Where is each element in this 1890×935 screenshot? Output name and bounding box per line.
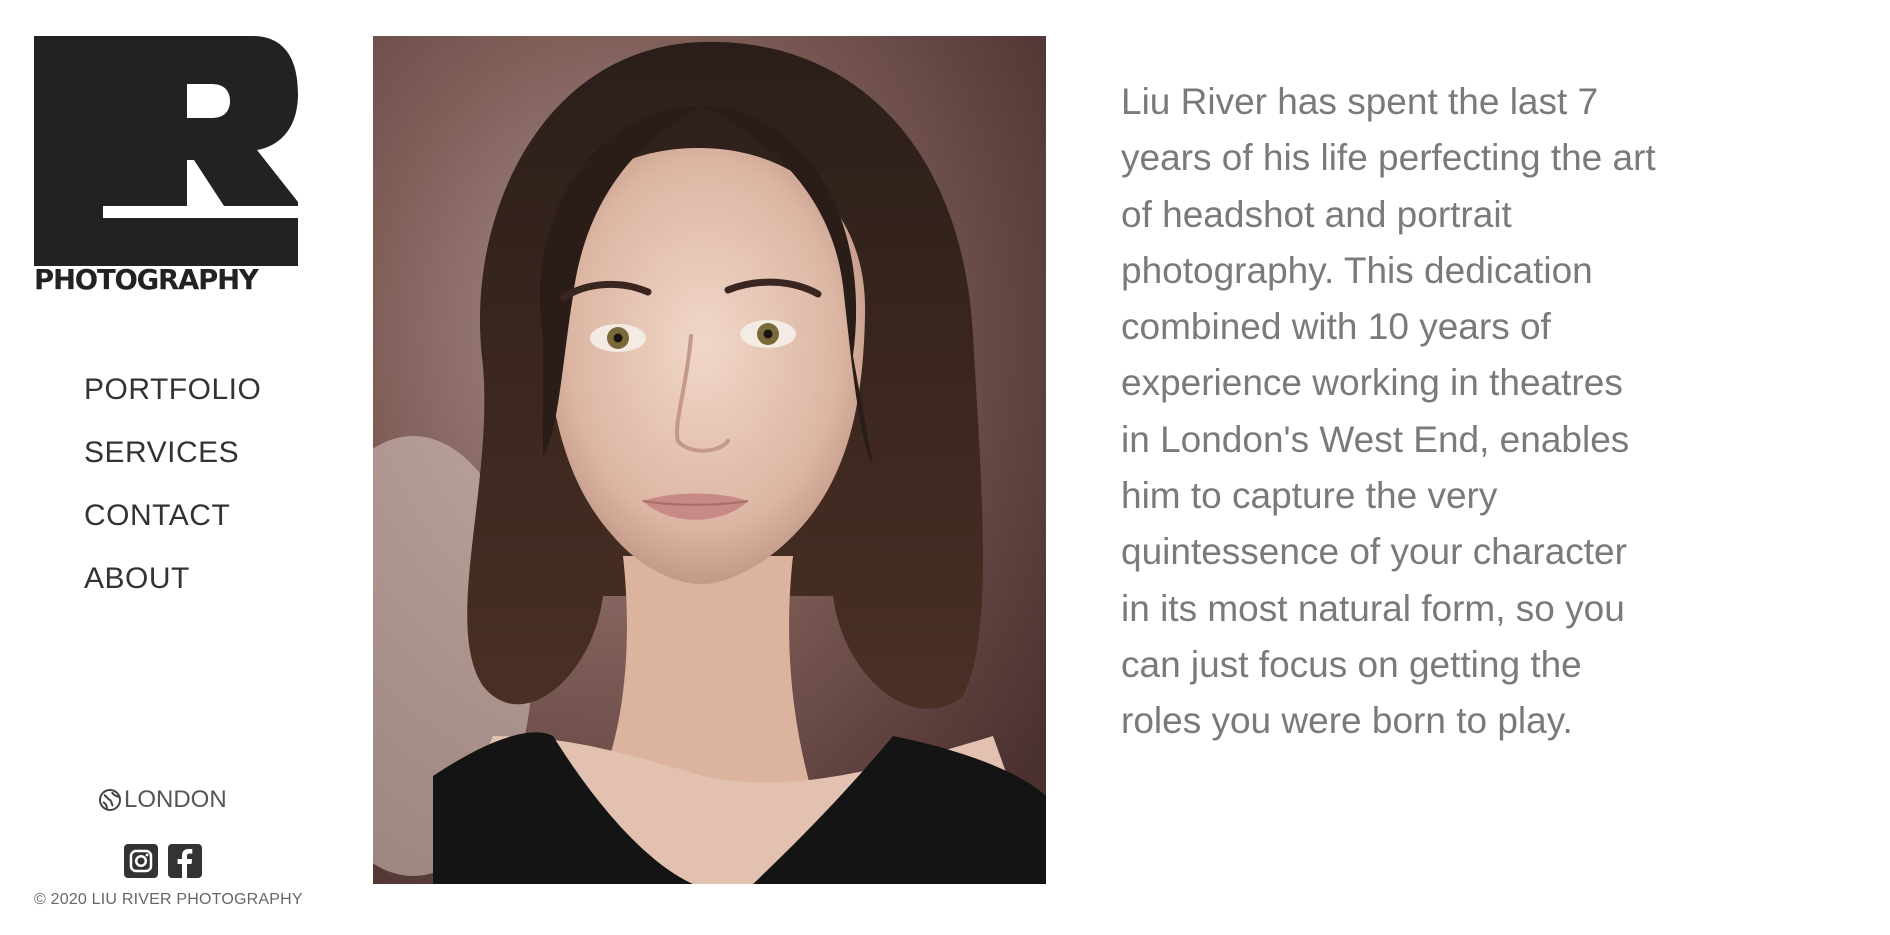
sidebar: PHOTOGRAPHY PORTFOLIO SERVICES CONTACT A… xyxy=(0,0,340,935)
facebook-icon[interactable] xyxy=(168,844,202,878)
main-nav: PORTFOLIO SERVICES CONTACT ABOUT xyxy=(84,368,261,620)
instagram-icon[interactable] xyxy=(124,844,158,878)
nav-item-about[interactable]: ABOUT xyxy=(84,557,261,620)
bio-text: Liu River has spent the last 7 years of … xyxy=(1121,81,1656,742)
nav-item-contact[interactable]: CONTACT xyxy=(84,494,261,557)
lr-logo-mark xyxy=(34,36,298,266)
logo-subtitle: PHOTOGRAPHY xyxy=(34,264,259,296)
location-label: LONDON xyxy=(124,786,227,813)
copyright: © 2020 LIU RIVER PHOTOGRAPHY xyxy=(34,891,303,908)
social-links xyxy=(124,844,202,878)
nav-item-services[interactable]: SERVICES xyxy=(84,431,261,494)
nav-item-portfolio[interactable]: PORTFOLIO xyxy=(84,368,261,431)
location: LONDON xyxy=(98,786,227,814)
hero-portrait-image xyxy=(373,36,1046,884)
logo[interactable]: PHOTOGRAPHY xyxy=(34,36,298,302)
globe-icon xyxy=(98,788,122,812)
